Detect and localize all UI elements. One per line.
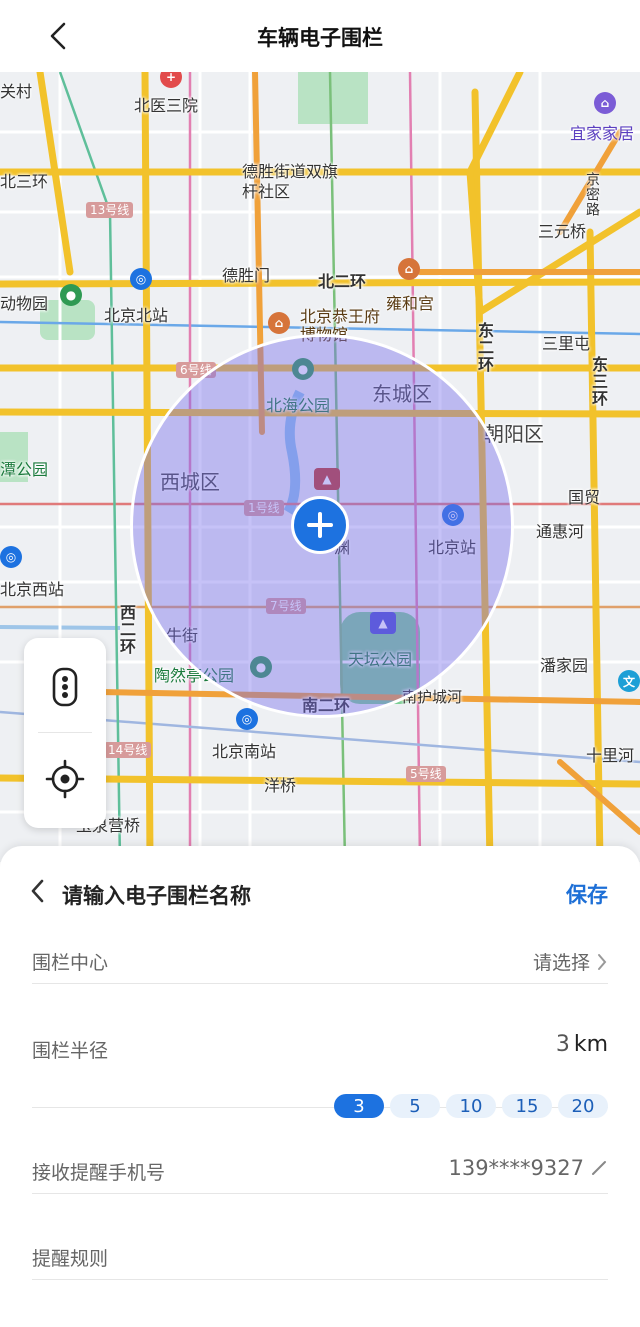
fence-radius-label: 围栏半径	[32, 1040, 109, 1062]
fence-radius-row: 围栏半径 3 km 3 5 10 15 20	[32, 1026, 608, 1118]
map-label: 宜家家居	[570, 124, 635, 143]
page-title: 车辆电子围栏	[257, 26, 383, 50]
road-tag: 13号线	[86, 202, 134, 218]
radius-number[interactable]: 3	[556, 1032, 570, 1057]
fence-center-label: 围栏中心	[32, 952, 109, 974]
radius-option-10[interactable]: 10	[446, 1094, 496, 1118]
culture-icon: 文	[618, 670, 640, 692]
fence-center-value: 请选择	[533, 948, 608, 975]
radius-unit: km	[573, 1032, 608, 1057]
station-icon: ◎	[0, 546, 22, 568]
map-label: 北二环	[318, 272, 367, 291]
map-label: 通惠河	[536, 522, 585, 541]
shopping-icon: ⌂	[594, 92, 616, 114]
phone-row[interactable]: 接收提醒手机号 139****9327	[32, 1150, 608, 1194]
fence-settings-panel: 请输入电子围栏名称 保存 围栏中心 请选择 围栏半径 3 km 3 5 10 1…	[0, 846, 640, 1327]
station-icon: ◎	[236, 708, 258, 730]
select-placeholder: 请选择	[532, 952, 590, 974]
map-label: 潘家园	[540, 656, 589, 675]
chevron-left-icon	[31, 879, 44, 903]
map-tools	[24, 638, 106, 828]
road-tag: 14号线	[104, 742, 152, 758]
map-label: 北京南站	[212, 742, 277, 761]
locate-button[interactable]	[24, 734, 106, 824]
map-view[interactable]: 关村 北医三院 + ⌂ 宜家家居 德胜街道双旗杆社区 北三环 三元桥 京密路 1…	[0, 72, 640, 862]
rules-row[interactable]: 提醒规则	[32, 1236, 608, 1280]
phone-label: 接收提醒手机号	[32, 1162, 166, 1184]
map-label: 北医三院	[134, 96, 199, 115]
zoo-icon: ●	[60, 284, 82, 306]
map-label: 北三环	[0, 172, 49, 191]
panel-back-button[interactable]	[22, 876, 52, 906]
traffic-button[interactable]	[24, 642, 106, 732]
fence-center-row[interactable]: 围栏中心 请选择	[32, 940, 608, 984]
map-label: 洋桥	[264, 776, 297, 795]
map-label: 京密路	[584, 172, 600, 217]
map-label: 关村	[0, 82, 33, 101]
locate-icon	[45, 759, 85, 799]
radius-option-3[interactable]: 3	[334, 1094, 384, 1118]
fence-radius-value: 3 km	[556, 1032, 608, 1057]
radius-option-5[interactable]: 5	[390, 1094, 440, 1118]
map-label: 动物园	[0, 294, 49, 313]
map-label: 十里河	[586, 746, 635, 765]
edit-icon[interactable]	[590, 1159, 608, 1177]
plus-icon	[307, 512, 333, 538]
radius-option-20[interactable]: 20	[558, 1094, 608, 1118]
save-button[interactable]: 保存	[566, 879, 608, 909]
map-label: 德胜门	[222, 266, 271, 285]
map-label: 西二环	[117, 604, 136, 655]
map-label: 德胜街道双旗杆社区	[242, 162, 339, 201]
map-label: 东三环	[589, 356, 608, 407]
traffic-light-icon	[52, 667, 78, 707]
phone-number: 139****9327	[448, 1156, 584, 1180]
map-label: 雍和宫	[386, 294, 435, 313]
phone-value: 139****9327	[448, 1156, 608, 1180]
map-label: 潭公园	[0, 460, 49, 479]
road-tag: 5号线	[406, 766, 446, 782]
map-label: 北京西站	[0, 580, 65, 599]
fence-name-input[interactable]: 请输入电子围栏名称	[62, 880, 251, 910]
map-label: 三里屯	[542, 334, 591, 353]
map-label: 东二环	[475, 322, 494, 373]
app-header: 车辆电子围栏	[0, 0, 640, 72]
map-label: 三元桥	[538, 222, 587, 241]
chevron-right-icon	[598, 953, 607, 970]
map-label: 北京北站	[104, 306, 169, 325]
museum-icon: ⌂	[268, 312, 290, 334]
tool-divider	[38, 732, 92, 733]
temple-icon: ⌂	[398, 258, 420, 280]
rules-label: 提醒规则	[32, 1248, 109, 1270]
map-label: 国贸	[568, 488, 601, 507]
radius-options: 3 5 10 15 20	[334, 1094, 608, 1118]
fence-center-marker[interactable]	[291, 496, 349, 554]
radius-option-15[interactable]: 15	[502, 1094, 552, 1118]
station-icon: ◎	[130, 268, 152, 290]
